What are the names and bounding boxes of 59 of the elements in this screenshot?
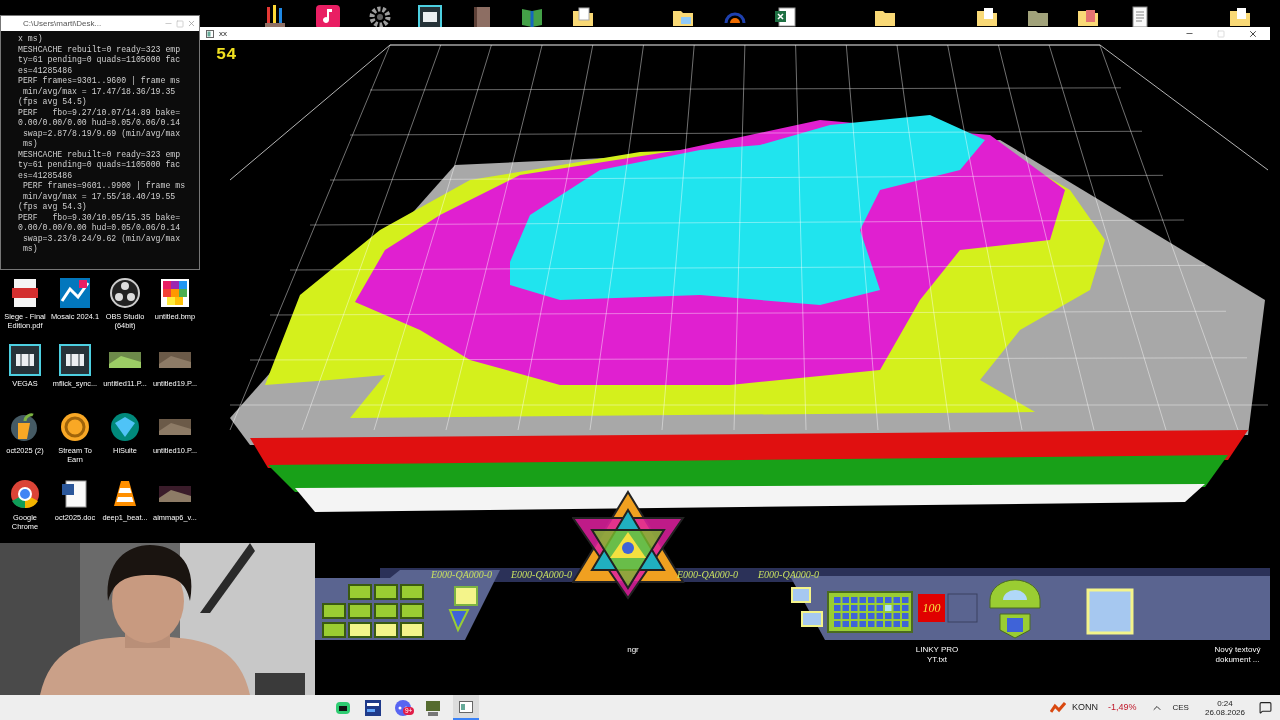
folder-icon[interactable] bbox=[975, 5, 999, 29]
console-line: ty=61 pending=0 quads=1105000 fac bbox=[18, 160, 182, 171]
coin-icon[interactable] bbox=[59, 411, 91, 443]
desktop-icon-label[interactable]: LINKY PRO YT.txt bbox=[912, 645, 962, 665]
diamond-app-icon[interactable] bbox=[109, 411, 141, 443]
folder-icon[interactable] bbox=[1228, 5, 1252, 29]
hud-code-label: E000-QA000-0 bbox=[431, 568, 493, 582]
color-grid-icon[interactable] bbox=[159, 277, 191, 309]
stock-chart-icon[interactable] bbox=[1049, 701, 1066, 714]
code-app-icon[interactable] bbox=[363, 697, 383, 718]
pdf-file-icon[interactable] bbox=[9, 277, 41, 309]
folder-icon[interactable] bbox=[571, 5, 595, 29]
window-icon bbox=[459, 700, 473, 713]
desktop-icon-label[interactable]: ngr bbox=[603, 645, 663, 655]
taskbar-app-button[interactable] bbox=[453, 695, 479, 720]
console-line: min/avg/max = 17.55/18.40/19.55 bbox=[21, 191, 177, 202]
clock-time: 0:24 bbox=[1217, 698, 1233, 708]
console-line: (fps avg 54.5) bbox=[18, 97, 88, 108]
stock-ticker: KONN bbox=[1071, 700, 1098, 714]
film-icon[interactable] bbox=[9, 344, 41, 376]
console-line: PERF frames=9601..9900 | frame ms bbox=[21, 181, 187, 192]
window-title: xx bbox=[219, 29, 227, 38]
hud-code-label: E000-QA000-0 bbox=[511, 568, 573, 582]
browser-icon[interactable] bbox=[9, 478, 41, 510]
console-line: x ms) bbox=[18, 34, 44, 45]
notifications-icon[interactable] bbox=[1259, 701, 1272, 714]
counter-display: 100 bbox=[918, 594, 945, 622]
music-note-icon[interactable] bbox=[316, 5, 340, 29]
console-line: (fps avg 54.3) bbox=[18, 202, 88, 213]
window-title: C:\Users\marti\Desk... bbox=[23, 17, 102, 30]
gear-icon[interactable] bbox=[368, 5, 392, 29]
console-line: PERF fbo=9.30/10.05/15.35 bake= bbox=[18, 212, 182, 223]
hud-code-label: E000-QA000-0 bbox=[758, 568, 820, 582]
console-line: swap=2.87/8.19/9.69 (min/avg/max bbox=[21, 128, 182, 139]
console-line: es=41285486 bbox=[18, 170, 74, 181]
console-line: es=41285486 bbox=[18, 65, 74, 76]
console-line: ms) bbox=[21, 244, 39, 255]
chart-app-icon[interactable] bbox=[59, 277, 91, 309]
console-line: min/avg/max = 17.47/18.36/19.35 bbox=[21, 86, 177, 97]
clock[interactable]: 0:24 26.08.2026 bbox=[1204, 698, 1245, 717]
film-icon[interactable] bbox=[59, 344, 91, 376]
console-line: 0.00/0.00/0.00 hud=0.05/0.06/0.14 bbox=[18, 118, 182, 129]
console-line: ms) bbox=[21, 139, 39, 150]
console-line: MESHCACHE rebuilt=0 ready=323 emp bbox=[18, 44, 182, 55]
fps-counter: 54 bbox=[216, 44, 237, 66]
console-line: PERF fbo=9.27/10.07/14.89 bake= bbox=[18, 107, 182, 118]
console-line: PERF frames=9301..9600 | frame ms bbox=[18, 76, 182, 87]
console-line: MESHCACHE rebuilt=0 ready=323 emp bbox=[18, 149, 182, 160]
clock-date: 26.08.2026 bbox=[1204, 707, 1245, 717]
hud-code-label: E000-QA000-0 bbox=[677, 568, 739, 582]
film-icon[interactable] bbox=[418, 5, 442, 29]
spreadsheet-icon[interactable] bbox=[773, 5, 797, 29]
desktop-icon-label[interactable]: Nový textový dokument ... bbox=[1205, 645, 1270, 665]
stock-change: -1,49% bbox=[1107, 700, 1137, 714]
console-line: swap=3.23/8.24/9.62 (min/avg/max bbox=[21, 233, 182, 244]
console-line: ty=61 pending=0 quads=1105000 fac bbox=[18, 55, 182, 66]
console-line: 0.00/0.00/0.00 hud=0.05/0.06/0.14 bbox=[18, 223, 182, 234]
language-indicator[interactable]: CES bbox=[1172, 701, 1189, 714]
close-icon[interactable] bbox=[1248, 28, 1258, 39]
